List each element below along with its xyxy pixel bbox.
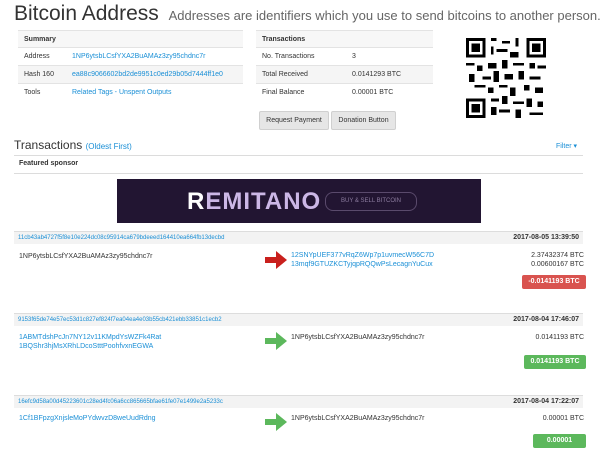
divider [14,173,583,174]
tx-amount: 0.00001 BTC [542,415,584,422]
transactions-summary-table: Transactions No. Transactions 3 Total Re… [256,30,433,101]
tx-hash-link[interactable]: 11cb43ab4727f5f8e10e224dc08c95914ca679bd… [18,235,224,241]
tx-result-button[interactable]: 0.0141193 BTC [524,355,586,369]
featured-sponsor-label: Featured sponsor [19,160,79,167]
transactions-title: Transactions [14,138,83,152]
tx-amount: 2.37432374 BTC [531,252,584,259]
page-title: Bitcoin Address Addresses are identifier… [14,2,601,26]
arrow-right-icon [265,332,287,350]
tx-hash-link[interactable]: 9153f65de74e57ec53d1c827ef824f7ea04ea4e0… [18,317,222,323]
summary-label-hash: Hash 160 [18,65,66,84]
tx-output-address[interactable]: 1NP6ytsbLCsfYXA2BuAMAz3zy95chdnc7r [291,334,424,341]
tx-count-value: 3 [346,47,433,66]
tx-hash-link[interactable]: 16efc9d58a00d45223601c28ed4fc06a6cc86566… [18,399,223,405]
tx-time: 2017-08-05 13:39:50 [513,234,579,241]
final-balance-label: Final Balance [256,83,346,101]
arrow-right-icon [265,251,287,269]
arrow-right-icon [265,413,287,431]
tx-input-address[interactable]: 1NP6ytsbLCsfYXA2BuAMAz3zy95chdnc7r [19,253,152,260]
tx-count-label: No. Transactions [256,47,346,66]
tx-input-address[interactable]: 1Cf1BFpzgXnjsleMoPYdwvzD8weUudRdng [19,415,156,422]
banner-logo: REMITANO [187,188,322,215]
tx-header: 16efc9d58a00d45223601c28ed4fc06a6cc86566… [14,395,583,408]
final-balance-value: 0.00001 BTC [346,83,433,101]
qr-code [466,38,546,118]
hash160-link[interactable]: ea88c9066602bd2de9951c0ed29b05d7444ff1e0 [66,65,243,84]
tools-links[interactable]: Related Tags - Unspent Outputs [66,83,243,101]
tx-time: 2017-08-04 17:22:07 [513,398,579,405]
summary-table: Summary Address 1NP6ytsbLCsfYXA2BuAMAz3z… [18,30,243,101]
summary-label-tools: Tools [18,83,66,101]
transactions-summary-heading: Transactions [256,30,433,48]
filter-dropdown[interactable]: Filter ▾ [556,142,577,150]
total-received-value: 0.0141293 BTC [346,65,433,84]
summary-label-address: Address [18,47,66,66]
tx-output-address[interactable]: 12SNYpUEF377vRqZ6Wp7p1uvmecW56C7D [291,252,434,259]
tx-header: 9153f65de74e57ec53d1c827ef824f7ea04ea4e0… [14,313,583,326]
tx-output-address[interactable]: 13mqf9GTUZKCTyjqpRQQwPsLecagnYuCux [291,261,433,268]
request-payment-button[interactable]: Request Payment [259,111,329,130]
tx-amount: 0.00600167 BTC [531,261,584,268]
summary-heading: Summary [18,30,243,48]
oldest-first-link[interactable]: (Oldest First) [86,142,132,151]
transactions-heading: Transactions (Oldest First) [14,138,132,152]
address-link[interactable]: 1NP6ytsbLCsfYXA2BuAMAz3zy95chdnc7r [66,47,243,66]
tx-result-button[interactable]: 0.00001 BTC [533,434,586,458]
page-title-text: Bitcoin Address [14,2,159,25]
tx-output-address[interactable]: 1NP6ytsbLCsfYXA2BuAMAz3zy95chdnc7r [291,415,424,422]
tx-input-address[interactable]: 1BQShr3hjMsXRhLDcoStttPoohfvxnEGWA [19,343,153,350]
tx-header: 11cb43ab4727f5f8e10e224dc08c95914ca679bd… [14,231,583,244]
banner-buy-sell-button[interactable]: BUY & SELL BITCOIN [325,192,417,211]
total-received-label: Total Received [256,65,346,84]
tx-result-button[interactable]: -0.0141193 BTC [522,275,586,289]
divider [14,155,583,156]
donation-button[interactable]: Donation Button [331,111,396,130]
tx-amount: 0.0141193 BTC [535,334,584,341]
tx-time: 2017-08-04 17:46:07 [513,316,579,323]
sponsor-banner[interactable]: REMITANO BUY & SELL BITCOIN [117,179,481,223]
page-subtitle: Addresses are identifiers which you use … [168,8,601,23]
tx-input-address[interactable]: 1ABMTdshPcJn7NY12v11KMpdYsWZFk4Rat [19,334,161,341]
